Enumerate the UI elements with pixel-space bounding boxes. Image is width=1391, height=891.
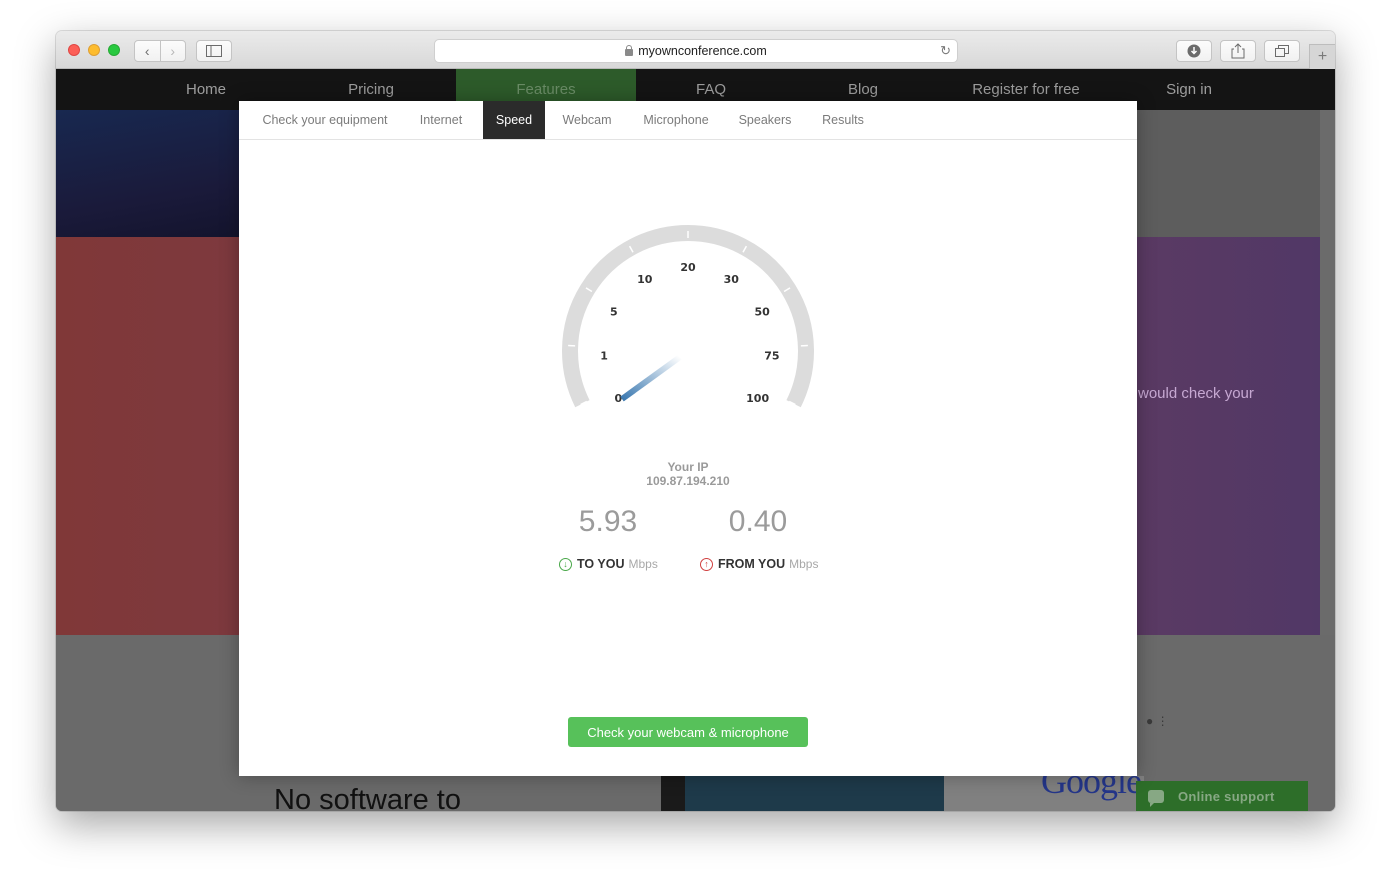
- reload-icon[interactable]: ↻: [940, 43, 951, 59]
- thumbnail-icons: ● ⋮: [1146, 714, 1169, 728]
- close-window-button[interactable]: [68, 44, 80, 56]
- download-icon: [1187, 44, 1201, 58]
- upload-unit: Mbps: [789, 557, 819, 571]
- section-heading: No software to: [274, 784, 461, 811]
- chat-bubble-icon: [1148, 789, 1164, 807]
- upload-speed-label: ↑ FROM YOU Mbps: [700, 557, 818, 571]
- minimize-window-button[interactable]: [88, 44, 100, 56]
- zoom-window-button[interactable]: [108, 44, 120, 56]
- chevron-left-icon[interactable]: ‹: [135, 41, 160, 61]
- gauge-label: 10: [637, 273, 653, 286]
- download-speed-value: 5.93: [578, 505, 638, 538]
- tab-speakers[interactable]: Speakers: [732, 101, 798, 139]
- chevron-right-icon[interactable]: ›: [159, 41, 186, 61]
- gauge-scale-labels: 0 1 5 10 20 30 50 75 100: [600, 261, 779, 405]
- gauge-label: 50: [755, 306, 771, 319]
- check-webcam-microphone-button[interactable]: Check your webcam & microphone: [568, 717, 808, 747]
- online-support-button[interactable]: Online support: [1136, 781, 1308, 811]
- download-direction: TO YOU: [577, 557, 625, 571]
- band-text: would check your: [1138, 385, 1254, 402]
- sidebar-icon: [206, 45, 222, 57]
- download-speed-label: ↓ TO YOU Mbps: [559, 557, 658, 571]
- gauge-needle: [620, 354, 682, 402]
- tab-speed[interactable]: Speed: [483, 101, 545, 139]
- gauge-label: 75: [764, 349, 779, 362]
- gauge-label: 1: [600, 349, 608, 362]
- equipment-check-modal: Check your equipment Internet Speed Webc…: [239, 101, 1137, 776]
- url-text: myownconference.com: [638, 44, 767, 58]
- screenshot-thumbnail: [661, 776, 944, 811]
- arrow-down-icon: ↓: [559, 557, 572, 571]
- share-button[interactable]: [1220, 40, 1256, 62]
- plus-icon[interactable]: +: [1309, 44, 1335, 69]
- address-bar[interactable]: myownconference.com ↻: [434, 39, 958, 63]
- tab-internet[interactable]: Internet: [407, 101, 475, 139]
- arrow-up-icon: ↑: [700, 557, 713, 571]
- ip-value: 109.87.194.210: [646, 474, 730, 488]
- tabs-icon: [1275, 45, 1289, 57]
- ip-label: Your IP: [667, 460, 709, 474]
- gauge-label: 20: [680, 261, 696, 274]
- show-tabs-button[interactable]: [1264, 40, 1300, 62]
- lock-icon: [625, 44, 634, 56]
- tab-check-equipment[interactable]: Check your equipment: [251, 101, 399, 139]
- sidebar-toggle-button[interactable]: [196, 40, 232, 62]
- gauge-label: 30: [724, 273, 740, 286]
- upload-direction: FROM YOU: [718, 557, 786, 571]
- tab-microphone[interactable]: Microphone: [636, 101, 716, 139]
- modal-tabs: Check your equipment Internet Speed Webc…: [239, 101, 1137, 140]
- title-bar: ‹ › myownconference.com ↻ +: [56, 31, 1335, 69]
- gauge-label: 5: [610, 306, 618, 319]
- gauge-track: [562, 225, 814, 408]
- gauge-arc: [562, 225, 814, 408]
- share-icon: [1231, 43, 1245, 59]
- download-unit: Mbps: [628, 557, 658, 571]
- download-button[interactable]: [1176, 40, 1212, 62]
- page-scrollbar[interactable]: [1320, 110, 1335, 635]
- history-nav: ‹ ›: [134, 40, 186, 62]
- upload-speed-value: 0.40: [728, 505, 788, 538]
- gauge-label: 100: [746, 392, 769, 405]
- online-support-label: Online support: [1178, 788, 1275, 804]
- tab-results[interactable]: Results: [813, 101, 873, 139]
- speed-gauge: 0 1 5 10 20 30 50 75 100: [562, 225, 814, 408]
- tab-webcam[interactable]: Webcam: [554, 101, 620, 139]
- gauge-label: 0: [615, 392, 623, 405]
